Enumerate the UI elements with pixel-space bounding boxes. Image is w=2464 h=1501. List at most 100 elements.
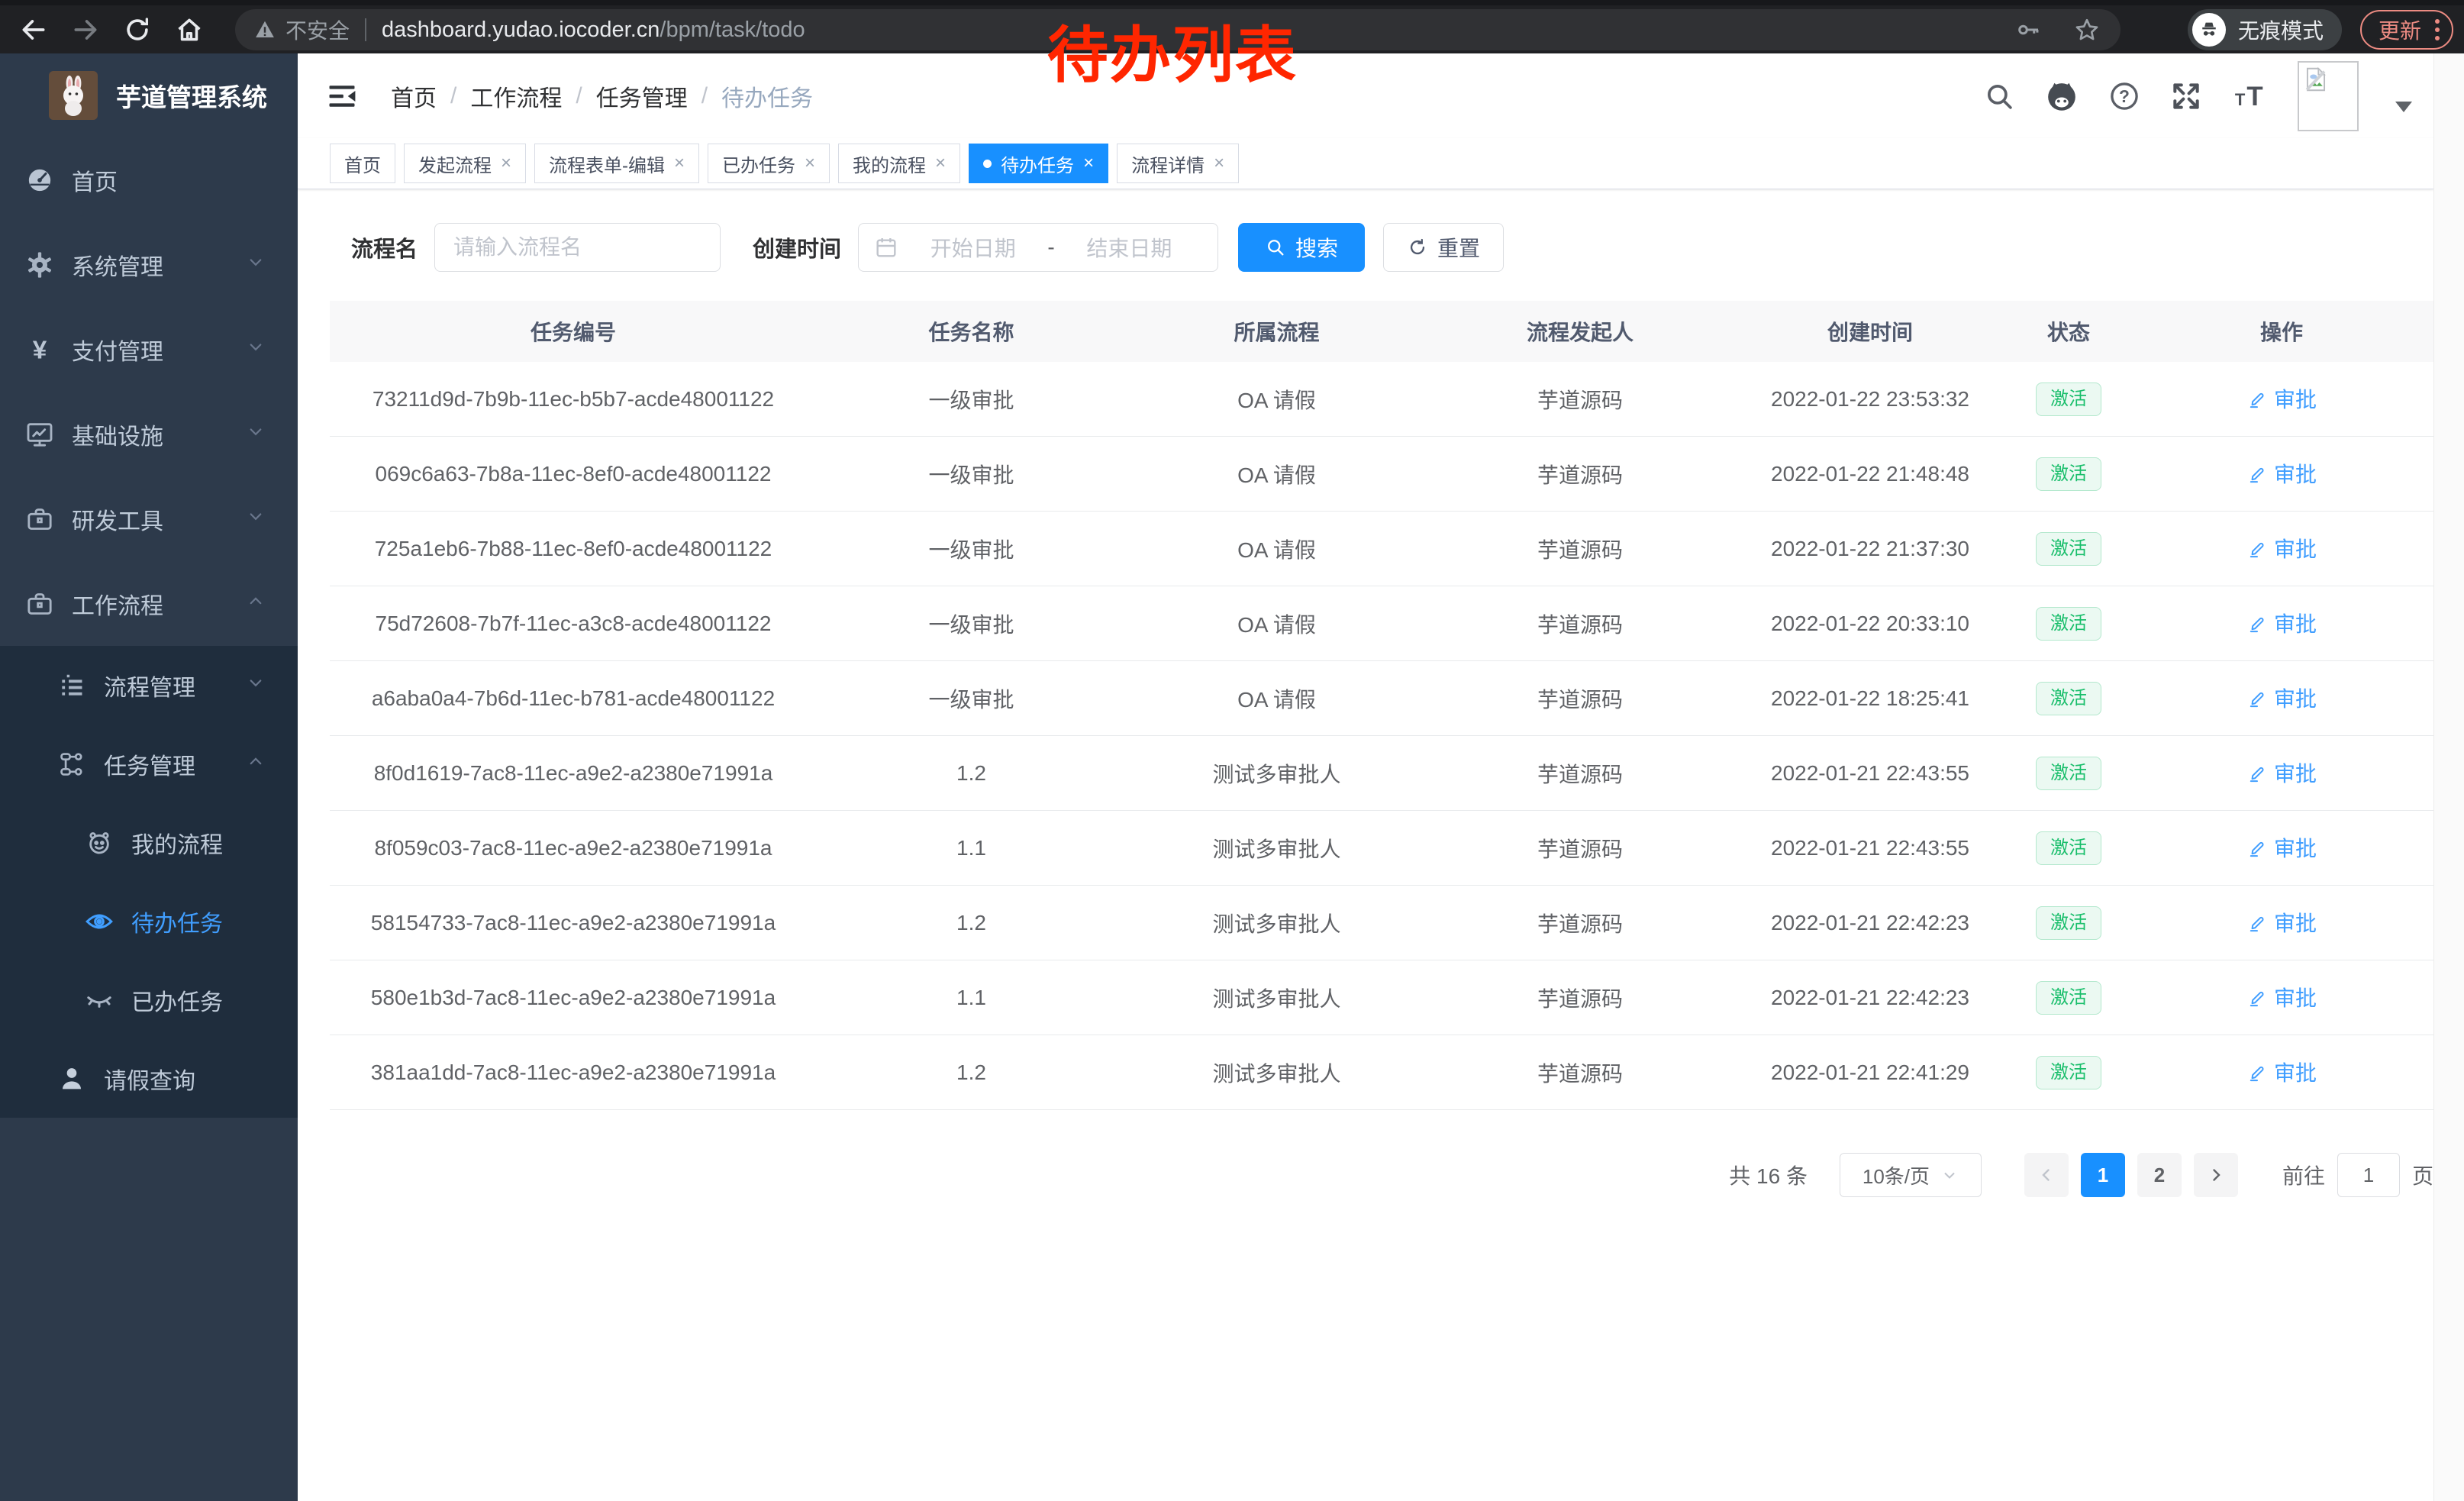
warning-icon xyxy=(253,18,276,41)
search-button[interactable]: 搜索 xyxy=(1238,223,1365,272)
cell-initiator: 芋道源码 xyxy=(1427,459,1733,489)
search-icon[interactable] xyxy=(1983,80,2015,112)
approve-link[interactable]: 审批 xyxy=(2246,832,2317,863)
scrollbar[interactable] xyxy=(2433,53,2464,1501)
sidebar-item-label: 我的流程 xyxy=(131,826,223,860)
sidebar: 芋道管理系统 首页系统管理 ¥支付管理基础设施研发工具工作流程 流程管理任务管理我… xyxy=(0,53,298,1501)
url-text[interactable]: dashboard.yudao.iocoder.cn/bpm/task/todo xyxy=(382,18,805,43)
tab-label: 流程表单-编辑 xyxy=(549,150,665,177)
home-icon[interactable] xyxy=(173,13,206,47)
browser-menu-icon[interactable] xyxy=(2435,19,2440,40)
table-row: 73211d9d-7b9b-11ec-b5b7-acde48001122一级审批… xyxy=(330,362,2433,437)
approve-link[interactable]: 审批 xyxy=(2246,608,2317,638)
breadcrumb-item[interactable]: 工作流程 xyxy=(470,79,562,113)
reset-button[interactable]: 重置 xyxy=(1383,223,1504,272)
approve-link[interactable]: 审批 xyxy=(2246,458,2317,489)
approve-link[interactable]: 审批 xyxy=(2246,383,2317,414)
avatar[interactable] xyxy=(2298,61,2359,131)
forward-icon[interactable] xyxy=(69,13,102,47)
approve-link[interactable]: 审批 xyxy=(2246,533,2317,563)
chevron-down-icon xyxy=(244,335,267,364)
cell-task-id: a6aba0a4-7b6d-11ec-b781-acde48001122 xyxy=(330,686,817,711)
cell-task-name: 1.1 xyxy=(817,986,1126,1010)
sidebar-item-已办任务[interactable]: 已办任务 xyxy=(0,960,298,1039)
security-status[interactable]: 不安全 xyxy=(253,15,350,45)
sidebar-item-研发工具[interactable]: 研发工具 xyxy=(0,476,298,561)
tree-icon xyxy=(55,750,89,779)
sidebar-item-请假查询[interactable]: 请假查询 xyxy=(0,1039,298,1118)
close-icon[interactable]: × xyxy=(674,154,685,173)
yen-icon: ¥ xyxy=(23,334,56,365)
browser-update-button[interactable]: 更新 xyxy=(2360,10,2453,50)
cell-process: 测试多审批人 xyxy=(1126,1057,1427,1088)
approve-link[interactable]: 审批 xyxy=(2246,907,2317,938)
breadcrumb-item[interactable]: 任务管理 xyxy=(596,79,688,113)
sidebar-item-支付管理[interactable]: ¥支付管理 xyxy=(0,307,298,392)
column-header: 创建时间 xyxy=(1733,316,2008,347)
breadcrumb-item[interactable]: 首页 xyxy=(391,79,437,113)
monitor-icon xyxy=(23,419,56,450)
user-icon xyxy=(55,1064,89,1094)
tab-发起流程[interactable]: 发起流程× xyxy=(404,144,526,183)
page-button-1[interactable]: 1 xyxy=(2081,1153,2125,1197)
cell-task-id: 58154733-7ac8-11ec-a9e2-a2380e71991a xyxy=(330,911,817,935)
tab-流程表单-编辑[interactable]: 流程表单-编辑 × xyxy=(534,144,699,183)
sidebar-item-label: 系统管理 xyxy=(72,248,163,282)
status-badge: 激活 xyxy=(2036,682,2101,715)
tab-首页[interactable]: 首页 xyxy=(330,144,395,183)
approve-link[interactable]: 审批 xyxy=(2246,982,2317,1012)
close-icon[interactable]: × xyxy=(805,154,815,173)
sidebar-logo-row[interactable]: 芋道管理系统 xyxy=(0,53,298,137)
fullscreen-icon[interactable] xyxy=(2169,79,2203,113)
column-header: 状态 xyxy=(2008,316,2130,347)
sidebar-item-待办任务[interactable]: 待办任务 xyxy=(0,882,298,960)
sidebar-item-label: 已办任务 xyxy=(131,983,223,1017)
active-tab-dot xyxy=(983,160,992,168)
close-icon[interactable]: × xyxy=(1214,154,1224,173)
tab-我的流程[interactable]: 我的流程× xyxy=(838,144,960,183)
status-badge: 激活 xyxy=(2036,757,2101,790)
sidebar-item-首页[interactable]: 首页 xyxy=(0,137,298,222)
avatar-dropdown-icon[interactable] xyxy=(2395,102,2412,112)
table-row: 58154733-7ac8-11ec-a9e2-a2380e71991a1.2测… xyxy=(330,886,2433,960)
sidebar-item-任务管理[interactable]: 任务管理 xyxy=(0,725,298,803)
font-size-icon[interactable]: TT xyxy=(2232,79,2269,113)
help-icon[interactable]: ? xyxy=(2108,80,2140,112)
page-button-2[interactable]: 2 xyxy=(2137,1153,2182,1197)
topbar: 首页/工作流程/任务管理/待办任务 ? TT xyxy=(298,53,2433,138)
close-icon[interactable]: × xyxy=(1083,154,1094,173)
date-range-picker[interactable]: 开始日期 - 结束日期 xyxy=(858,223,1218,272)
close-icon[interactable]: × xyxy=(501,154,511,173)
tags-view-bar: 首页发起流程×流程表单-编辑×已办任务×我的流程×待办任务×流程详情× xyxy=(298,138,2433,189)
tab-流程详情[interactable]: 流程详情 × xyxy=(1117,144,1239,183)
collapse-sidebar-icon[interactable] xyxy=(325,79,359,113)
goto-page-input[interactable] xyxy=(2337,1153,2400,1197)
sidebar-item-我的流程[interactable]: 我的流程 xyxy=(0,803,298,882)
sidebar-item-工作流程[interactable]: 工作流程 xyxy=(0,561,298,646)
tab-label: 流程详情 xyxy=(1131,150,1205,177)
reload-icon[interactable] xyxy=(121,13,154,47)
cell-initiator: 芋道源码 xyxy=(1427,608,1733,639)
prev-page-button[interactable] xyxy=(2024,1153,2069,1197)
approve-link[interactable]: 审批 xyxy=(2246,757,2317,788)
sidebar-item-流程管理[interactable]: 流程管理 xyxy=(0,646,298,725)
range-separator: - xyxy=(1047,235,1054,260)
sidebar-item-基础设施[interactable]: 基础设施 xyxy=(0,392,298,476)
process-name-input[interactable] xyxy=(434,223,721,272)
back-icon[interactable] xyxy=(17,13,50,47)
tab-已办任务[interactable]: 已办任务× xyxy=(708,144,830,183)
bookmark-star-icon[interactable] xyxy=(2073,16,2101,44)
key-icon[interactable] xyxy=(2015,16,2043,44)
approve-link[interactable]: 审批 xyxy=(2246,683,2317,713)
approve-link[interactable]: 审批 xyxy=(2246,1057,2317,1087)
github-icon[interactable] xyxy=(2044,79,2079,114)
toolbox-icon xyxy=(23,504,56,534)
incognito-label: 无痕模式 xyxy=(2238,15,2324,45)
cell-created: 2022-01-21 22:43:55 xyxy=(1733,761,2008,786)
close-icon[interactable]: × xyxy=(935,154,946,173)
chevron-down-icon xyxy=(1940,1166,1959,1184)
page-size-select[interactable]: 10条/页 xyxy=(1840,1153,1982,1197)
tab-待办任务[interactable]: 待办任务× xyxy=(969,144,1108,183)
sidebar-item-系统管理[interactable]: 系统管理 xyxy=(0,222,298,307)
next-page-button[interactable] xyxy=(2194,1153,2238,1197)
